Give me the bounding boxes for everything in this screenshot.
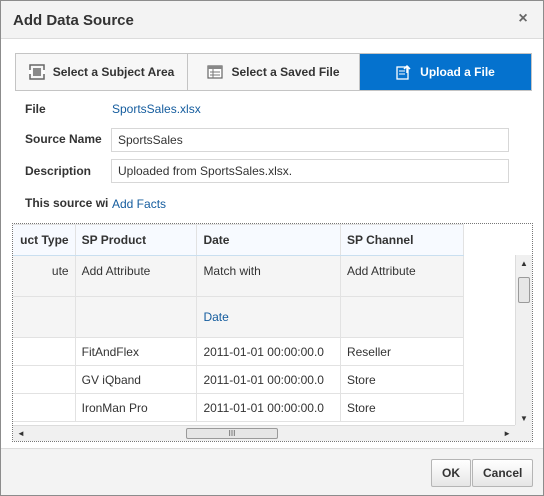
column-header[interactable]: Date (196, 224, 341, 256)
tab-label: Select a Subject Area (52, 65, 175, 79)
tab-upload-file[interactable]: Upload a File (360, 54, 531, 90)
dialog-footer: OK Cancel (1, 448, 543, 495)
description-label: Description (25, 164, 92, 178)
table-cell: Reseller (339, 337, 465, 366)
vertical-scroll-thumb[interactable] (518, 277, 530, 303)
grip-icon: III (228, 429, 236, 438)
table-cell: 2011-01-01 00:00:00.0 (196, 365, 341, 394)
column-header[interactable]: SP Product (74, 224, 198, 256)
vertical-scrollbar[interactable]: ▲ ▼ (515, 255, 532, 427)
dialog-titlebar: Add Data Source × (1, 1, 543, 39)
mapping-cell[interactable]: Add Attribute (74, 255, 198, 297)
horizontal-scroll-thumb[interactable]: III (186, 428, 278, 439)
table-cell: 2011-01-01 00:00:00.0 (196, 337, 341, 366)
scroll-corner (515, 425, 532, 441)
add-facts-link[interactable]: Add Facts (112, 197, 166, 211)
match-row: Date (13, 296, 465, 338)
tab-label: Upload a File (420, 65, 495, 79)
table-cell (13, 393, 76, 422)
table-cell: FitAndFlex (74, 337, 198, 366)
ok-button[interactable]: OK (431, 459, 471, 487)
mapping-row: ute Add Attribute Match with Add Attribu… (13, 255, 465, 297)
scroll-up-icon[interactable]: ▲ (520, 259, 528, 268)
close-icon[interactable]: × (515, 10, 531, 28)
description-input[interactable] (111, 159, 509, 183)
source-name-input[interactable] (111, 128, 509, 152)
file-link[interactable]: SportsSales.xlsx (112, 102, 201, 116)
match-cell (339, 296, 465, 338)
cancel-button[interactable]: Cancel (472, 459, 534, 487)
add-data-source-dialog: Add Data Source × Select a Subject Area (0, 0, 544, 496)
source-type-label: This source wi (25, 196, 108, 210)
tab-select-saved-file[interactable]: Select a Saved File (188, 54, 360, 90)
table-cell: GV iQband (74, 365, 198, 394)
source-tabs: Select a Subject Area Select a Saved Fil… (15, 53, 532, 91)
scroll-right-icon[interactable]: ► (503, 429, 511, 438)
table-cell: Store (339, 393, 465, 422)
table-cell: Store (339, 365, 465, 394)
column-header[interactable]: SP Channel (339, 224, 465, 256)
header-row: uct Type SP Product Date SP Channel (13, 224, 465, 256)
table-cell (13, 337, 76, 366)
match-cell[interactable]: Date (196, 296, 341, 338)
match-cell (74, 296, 198, 338)
tab-select-subject-area[interactable]: Select a Subject Area (16, 54, 188, 90)
tab-label: Select a Saved File (231, 65, 340, 79)
preview-table: uct Type SP Product Date SP Channel ute … (13, 224, 465, 422)
horizontal-scrollbar[interactable]: ◄ III ► (13, 425, 515, 441)
upload-file-icon (396, 64, 412, 80)
mapping-cell[interactable]: Add Attribute (339, 255, 465, 297)
dialog-title: Add Data Source (13, 12, 134, 29)
scroll-left-icon[interactable]: ◄ (17, 429, 25, 438)
mapping-cell[interactable]: ute (13, 255, 76, 297)
saved-file-icon (207, 64, 224, 80)
subject-area-icon (28, 64, 45, 80)
table-cell: 2011-01-01 00:00:00.0 (196, 393, 341, 422)
table-row: IronMan Pro 2011-01-01 00:00:00.0 Store (13, 393, 465, 422)
table-cell (13, 365, 76, 394)
grid-viewport: uct Type SP Product Date SP Channel ute … (13, 224, 515, 427)
mapping-cell[interactable]: Match with (196, 255, 341, 297)
source-name-label: Source Name (25, 132, 102, 146)
match-cell (13, 296, 76, 338)
table-row: FitAndFlex 2011-01-01 00:00:00.0 Reselle… (13, 337, 465, 366)
table-row: GV iQband 2011-01-01 00:00:00.0 Store (13, 365, 465, 394)
scroll-down-icon[interactable]: ▼ (520, 414, 528, 423)
file-label: File (25, 102, 46, 116)
table-cell: IronMan Pro (74, 393, 198, 422)
column-header[interactable]: uct Type (13, 224, 76, 256)
data-preview-grid: uct Type SP Product Date SP Channel ute … (12, 223, 533, 442)
